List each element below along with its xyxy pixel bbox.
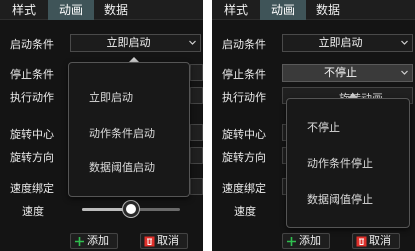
start-condition-menu: 立即启动 动作条件启动 数据阈值启动 (68, 62, 190, 197)
start-condition-label: 启动条件 (222, 38, 266, 51)
menu-item-no-stop[interactable]: 不停止 (307, 119, 340, 135)
start-condition-value: 立即启动 (106, 36, 151, 49)
stop-condition-label: 停止条件 (222, 68, 266, 81)
animation-panel-right: 样式 动画 数据 启动条件 立即启动 停止条件 不停止 执行动作 旋转动画 旋转… (212, 0, 415, 251)
tab-data[interactable]: 数据 (308, 0, 348, 20)
add-button-label: 添加 (87, 234, 109, 247)
add-button[interactable]: 添加 (70, 233, 118, 249)
rotation-center-label: 旋转中心 (10, 128, 54, 141)
plus-icon (287, 237, 296, 246)
add-button-label: 添加 (299, 234, 321, 247)
cancel-button[interactable]: 取消 (140, 233, 188, 249)
stop-condition-label: 停止条件 (10, 68, 54, 81)
start-condition-dropdown[interactable]: 立即启动 (70, 34, 201, 52)
trash-icon (356, 236, 367, 247)
menu-item-start-on-action[interactable]: 动作条件启动 (89, 125, 155, 141)
speed-binding-label: 速度绑定 (222, 182, 266, 195)
cancel-button-label: 取消 (157, 234, 179, 247)
trash-icon (144, 236, 155, 247)
tab-animation[interactable]: 动画 (48, 0, 94, 20)
start-condition-label: 启动条件 (10, 38, 54, 51)
animation-panel-left: 样式 动画 数据 启动条件 立即启动 停止条件 执行动作 旋转中心 旋转方向 速… (0, 0, 203, 251)
cancel-button-label: 取消 (369, 234, 391, 247)
rotation-center-field[interactable] (190, 124, 203, 141)
tab-bar: 样式 动画 数据 (212, 0, 415, 20)
action-label: 执行动作 (10, 91, 54, 104)
stop-condition-field[interactable] (190, 64, 203, 81)
menu-item-stop-on-action[interactable]: 动作条件停止 (307, 155, 373, 171)
action-field[interactable] (190, 87, 203, 104)
speed-label: 速度 (234, 205, 256, 218)
speed-binding-label: 速度绑定 (10, 182, 54, 195)
cancel-button[interactable]: 取消 (352, 233, 400, 249)
rotation-center-label: 旋转中心 (222, 128, 266, 141)
tab-bar: 样式 动画 数据 (0, 0, 203, 20)
tab-style[interactable]: 样式 (214, 0, 258, 20)
add-button[interactable]: 添加 (282, 233, 330, 249)
menu-item-start-on-threshold[interactable]: 数据阈值启动 (89, 159, 155, 175)
rotation-direction-label: 旋转方向 (10, 151, 54, 164)
menu-item-stop-on-threshold[interactable]: 数据阈值停止 (307, 191, 373, 207)
action-label: 执行动作 (222, 91, 266, 104)
rotation-direction-label: 旋转方向 (222, 151, 266, 164)
menu-item-start-immediately[interactable]: 立即启动 (89, 89, 133, 105)
tab-data[interactable]: 数据 (96, 0, 136, 20)
speed-label: 速度 (22, 205, 44, 218)
tab-animation[interactable]: 动画 (260, 0, 306, 20)
stop-condition-dropdown[interactable]: 不停止 (282, 64, 413, 82)
start-condition-value: 立即启动 (318, 36, 363, 49)
rotation-direction-field[interactable] (190, 147, 203, 164)
chevron-down-icon (401, 70, 408, 75)
chevron-down-icon (189, 40, 196, 45)
plus-icon (75, 237, 84, 246)
tab-style[interactable]: 样式 (2, 0, 46, 20)
speed-binding-field[interactable] (190, 178, 203, 195)
stop-condition-value: 不停止 (324, 66, 357, 79)
stop-condition-menu: 不停止 动作条件停止 数据阈值停止 (286, 98, 410, 228)
chevron-down-icon (401, 40, 408, 45)
speed-slider-thumb[interactable] (123, 201, 139, 217)
start-condition-dropdown[interactable]: 立即启动 (282, 34, 413, 52)
